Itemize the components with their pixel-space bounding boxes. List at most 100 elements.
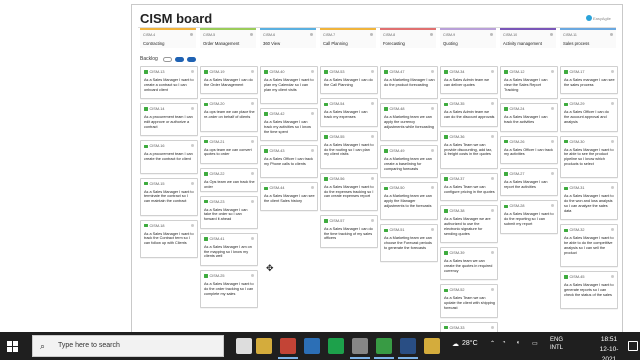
windows-start-icon[interactable] <box>7 341 18 352</box>
story-card[interactable]: CISM-39 As a Sales team we can create th… <box>440 247 498 281</box>
battery-icon[interactable]: ▭ <box>532 340 538 347</box>
epic-card[interactable]: CISM-6 360 View <box>260 28 316 48</box>
story-card[interactable]: CISM-34 As a Sales Admin team we can del… <box>440 66 498 95</box>
story-checkbox-icon <box>204 70 208 74</box>
story-id: CISM-41 <box>209 236 225 241</box>
story-card[interactable]: CISM-45 As a Sales Manager I want to gen… <box>560 271 618 310</box>
notification-icon[interactable] <box>628 341 638 351</box>
story-card[interactable]: CISM-47 As a Marketing Manager I can do … <box>380 66 438 100</box>
story-card[interactable]: CISM-12 As a Sales Manager I can view th… <box>500 66 558 100</box>
story-card[interactable]: CISM-30 As a Sales Manager I want to be … <box>560 135 618 179</box>
story-card[interactable]: CISM-22 As Ops team we can track the ord… <box>200 168 258 192</box>
settings-icon[interactable] <box>352 338 368 354</box>
story-card[interactable]: CISM-41 As a Sales Manager I am on the m… <box>200 232 258 266</box>
language-indicator[interactable]: ENG INTL <box>550 336 563 352</box>
story-card[interactable]: CISM-16 As a procurement team I can crea… <box>140 140 198 174</box>
story-card[interactable]: CISM-26 As a Sales Officer I can track m… <box>500 135 558 164</box>
story-id: CISM-18 <box>149 223 165 228</box>
story-card[interactable]: CISM-28 As a Sales Manager I want to do … <box>500 200 558 234</box>
camtasia-icon[interactable] <box>376 338 392 354</box>
story-card[interactable]: CISM-27 As a Sales Manager I can report … <box>500 168 558 197</box>
story-card[interactable]: CISM-31 As a Sales Manager I want to do … <box>560 182 618 221</box>
backlog-badge[interactable] <box>187 57 196 62</box>
story-card[interactable]: CISM-42 As a Sales Manager I can track m… <box>260 108 318 142</box>
story-card[interactable]: CISM-36 As a Sales Team we can provide d… <box>440 130 498 169</box>
story-card[interactable]: CISM-37 As a Sales Team we can configure… <box>440 172 498 202</box>
story-card[interactable]: CISM-25 As a Sales Manager I want to do … <box>200 270 258 308</box>
story-text: As a Sales Manager I can do the Order Ma… <box>204 78 253 87</box>
story-card[interactable]: CISM-48 As a Marketing team we can apply… <box>380 103 438 142</box>
story-card[interactable]: CISM-21 As ops team we can convert quote… <box>200 135 258 164</box>
story-card[interactable]: CISM-35 As a Sales Admin team we can do … <box>440 98 498 127</box>
story-card[interactable]: CISM-20 As ops team we can place the re-… <box>200 98 258 132</box>
chrome-icon[interactable] <box>280 338 296 354</box>
story-card[interactable]: CISM-55 As a Sales Manager I want to do … <box>320 130 378 169</box>
story-card[interactable]: CISM-54 As a Sales Manager I can track m… <box>320 98 378 127</box>
word-icon[interactable] <box>400 338 416 354</box>
network-icon[interactable]: ◔ <box>502 340 506 346</box>
story-card[interactable]: CISM-57 As a Sales Manager I can do the … <box>320 214 378 248</box>
weather-temp[interactable]: 28°C <box>462 340 478 347</box>
story-id: CISM-16 <box>149 144 165 149</box>
epic-card[interactable]: CISM-9 Quoting <box>440 28 496 48</box>
story-checkbox-icon <box>444 288 448 293</box>
story-card[interactable]: CISM-51 As a Marketing team we can choos… <box>380 224 438 263</box>
epic-status-dot <box>190 33 193 36</box>
card-header: CISM-16 <box>144 144 164 148</box>
story-checkbox-icon <box>564 275 568 279</box>
taskbar-search-input[interactable]: ⌕ Type here to search <box>32 335 224 357</box>
backlog-badge[interactable] <box>175 57 184 62</box>
epic-id: CISM-11 <box>563 33 577 37</box>
story-card[interactable]: CISM-56 As a Sales Manager I want to do … <box>320 172 378 211</box>
story-card[interactable]: CISM-44 As a Sales Manager I can see the… <box>260 182 318 211</box>
clock[interactable]: 18:51 12-10-2021 <box>593 335 625 360</box>
story-id: CISM-38 <box>449 209 465 214</box>
explorer-icon[interactable] <box>424 338 440 354</box>
file-explorer-icon[interactable] <box>256 338 272 354</box>
weather-icon[interactable]: ☁ <box>452 340 459 348</box>
epic-card[interactable]: CISM-11 Sales process <box>560 28 616 48</box>
story-id: CISM-40 <box>269 70 285 74</box>
story-card[interactable]: CISM-38 As a Sales Manager we are author… <box>440 205 498 244</box>
story-card[interactable]: CISM-24 As a Sales Manager I can track t… <box>500 103 558 132</box>
epic-card[interactable]: CISM-4 Contracting <box>140 28 196 48</box>
epic-card[interactable]: CISM-8 Forecasting <box>380 28 436 48</box>
story-text: As a Sales Manager I can do the time tra… <box>324 226 373 241</box>
epic-card[interactable]: CISM-10 Activity management <box>500 28 556 48</box>
story-card[interactable]: CISM-15 As a Sales Manager I want to ter… <box>140 177 198 216</box>
vscode-icon[interactable] <box>304 338 320 354</box>
story-card[interactable]: CISM-40 As a Sales Manager I want to pla… <box>260 66 318 104</box>
story-card[interactable]: CISM-14 As a procurement team I can edit… <box>140 103 198 137</box>
tray-chevron-icon[interactable]: ⌃ <box>490 340 495 347</box>
story-card[interactable]: CISM-49 As a Marketing team we can creat… <box>380 145 438 179</box>
story-checkbox-icon <box>144 107 148 111</box>
epic-card[interactable]: CISM-5 Order Management <box>200 28 256 48</box>
story-status-dot <box>191 107 194 111</box>
story-card[interactable]: CISM-19 As a Sales Manager I can do the … <box>200 66 258 95</box>
story-card[interactable]: CISM-53 As a Sales Manager I can do the … <box>320 66 378 95</box>
task-view-icon[interactable] <box>236 338 252 354</box>
story-card[interactable]: CISM-50 As a Marketing team we can apply… <box>380 182 438 221</box>
story-card[interactable]: CISM-18 As a Sales Manager I want to tra… <box>140 219 198 258</box>
story-text: As a Sales Officer I can do the account … <box>564 110 609 124</box>
story-checkbox-icon <box>384 107 388 111</box>
story-status-dot <box>491 70 494 73</box>
volume-icon[interactable]: ◖ <box>516 340 520 346</box>
story-card[interactable]: CISM-29 As a Sales Officer I can do the … <box>560 98 618 132</box>
story-status-dot <box>431 149 434 153</box>
story-card[interactable]: CISM-43 As a Sales Officer I can track m… <box>260 145 318 179</box>
epic-card[interactable]: CISM-7 Call Planning <box>320 28 376 48</box>
story-text: As a Sales Manager I want to terminate t… <box>144 189 194 204</box>
backlog-badge[interactable] <box>163 57 172 62</box>
epic-status-dot <box>250 33 253 36</box>
story-card[interactable]: CISM-17 As a Sales manager I can see the… <box>560 66 618 95</box>
spotify-icon[interactable] <box>328 338 344 354</box>
story-card[interactable]: CISM-32 As a Sales Manager I want to be … <box>560 224 618 268</box>
story-card[interactable]: CISM-33 As a Sales Team we can print the… <box>440 321 498 332</box>
story-card[interactable]: CISM-13 As a Sales Manager I want to cre… <box>140 66 198 100</box>
story-card[interactable]: CISM-23 As a Sales Manager I can take th… <box>200 195 258 229</box>
card-header: CISM-24 <box>504 107 524 111</box>
story-checkbox-icon <box>444 102 448 107</box>
story-card[interactable]: CISM-52 As a Sales Team we can update th… <box>440 284 498 318</box>
search-icon: ⌕ <box>40 341 46 351</box>
